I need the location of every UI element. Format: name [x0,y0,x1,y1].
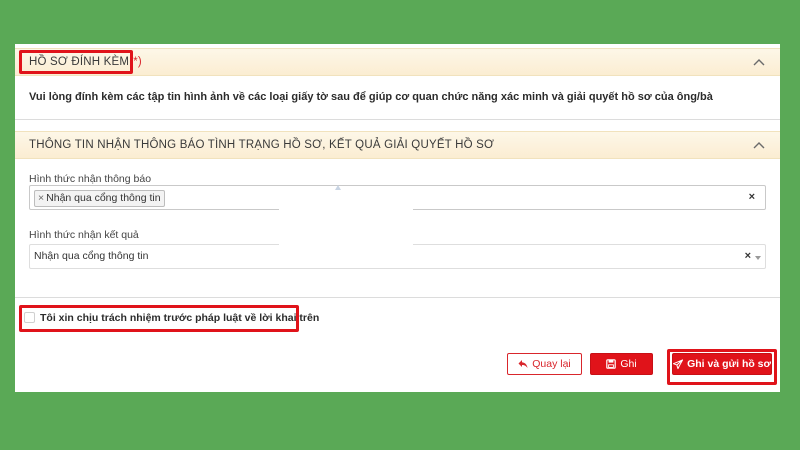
tag-remove-icon[interactable]: × [38,192,44,204]
form-panel: HỒ SƠ ĐÍNH KÈM(*) Vui lòng đính kèm các … [15,44,780,392]
rendering-artifact [279,207,413,245]
chevron-up-icon[interactable] [752,56,766,70]
clear-icon[interactable]: × [749,191,755,203]
selected-tag-label: Nhận qua cổng thông tin [46,192,161,204]
triangle-artifact-icon [335,185,341,190]
highlight-box-declaration [19,305,299,332]
chevron-up-icon[interactable] [752,139,766,153]
result-method-select[interactable]: Nhận qua cổng thông tin × [29,244,766,269]
highlight-box-attachments-title [19,50,133,74]
notification-section-header[interactable]: THÔNG TIN NHẬN THÔNG BÁO TÌNH TRẠNG HỒ S… [15,131,780,159]
save-button[interactable]: Ghi [590,353,653,375]
floppy-disk-icon [606,359,617,369]
clear-icon[interactable]: × [745,250,751,262]
back-button[interactable]: Quay lại [507,353,582,375]
notification-section-title: THÔNG TIN NHẬN THÔNG BÁO TÌNH TRẠNG HỒ S… [29,139,495,151]
selected-tag[interactable]: × Nhận qua cổng thông tin [34,190,165,207]
chevron-down-icon[interactable] [754,254,762,262]
reply-arrow-icon [518,360,528,368]
back-button-label: Quay lại [532,358,571,370]
result-method-label: Hình thức nhận kết quả [29,229,139,241]
highlight-box-submit [667,349,777,385]
save-button-label: Ghi [620,358,637,370]
section-divider [15,297,780,298]
notify-method-label: Hình thức nhận thông báo [29,173,152,185]
result-method-value: Nhận qua cổng thông tin [34,250,149,262]
attachments-instruction: Vui lòng đính kèm các tập tin hình ảnh v… [29,91,713,103]
section-divider [15,119,780,120]
